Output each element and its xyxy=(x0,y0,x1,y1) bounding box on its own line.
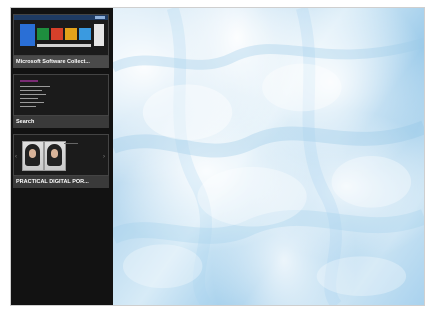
search-result-line xyxy=(20,98,38,99)
store-tile-blue xyxy=(20,24,35,46)
search-result-line xyxy=(20,94,46,95)
store-tile-white xyxy=(94,24,104,46)
store-tile-green xyxy=(37,28,49,40)
app-thumbnail-label: Microsoft Software Collect... xyxy=(13,56,109,68)
chevron-right-icon: › xyxy=(103,154,105,160)
search-result-line xyxy=(20,90,42,91)
search-thumbnail-preview xyxy=(13,74,109,116)
app-thumbnail-store[interactable]: Microsoft Software Collect... xyxy=(13,14,109,68)
store-header-bar xyxy=(14,15,108,20)
desktop-wallpaper xyxy=(113,8,424,305)
portrait-photo xyxy=(44,141,66,171)
search-result-line xyxy=(20,102,44,103)
store-tile-orange xyxy=(65,28,77,40)
app-thumbnail-portraits[interactable]: ‹ › PRACTICAL DIGITAL POR... xyxy=(13,134,109,188)
store-header-controls xyxy=(95,16,105,19)
app-thumbnail-label: PRACTICAL DIGITAL POR... xyxy=(13,176,109,188)
app-switcher-sidebar: Microsoft Software Collect... Search ‹ ›… xyxy=(11,8,113,305)
app-thumbnail-search[interactable]: Search xyxy=(13,74,109,128)
search-heading xyxy=(20,80,38,82)
store-thumbnail-preview xyxy=(13,14,109,56)
store-text-line xyxy=(37,44,91,47)
chevron-left-icon: ‹ xyxy=(15,154,17,160)
portrait-caption-line xyxy=(64,143,78,144)
portraits-thumbnail-preview: ‹ › xyxy=(13,134,109,176)
app-thumbnail-label: Search xyxy=(13,116,109,128)
ice-texture xyxy=(113,8,424,305)
store-tile-lightblue xyxy=(79,28,91,40)
store-tile-red xyxy=(51,28,63,40)
windows-screen: Microsoft Software Collect... Search ‹ ›… xyxy=(10,7,425,306)
portrait-photo xyxy=(22,141,44,171)
search-result-line xyxy=(20,106,36,107)
search-result-line xyxy=(20,86,50,87)
